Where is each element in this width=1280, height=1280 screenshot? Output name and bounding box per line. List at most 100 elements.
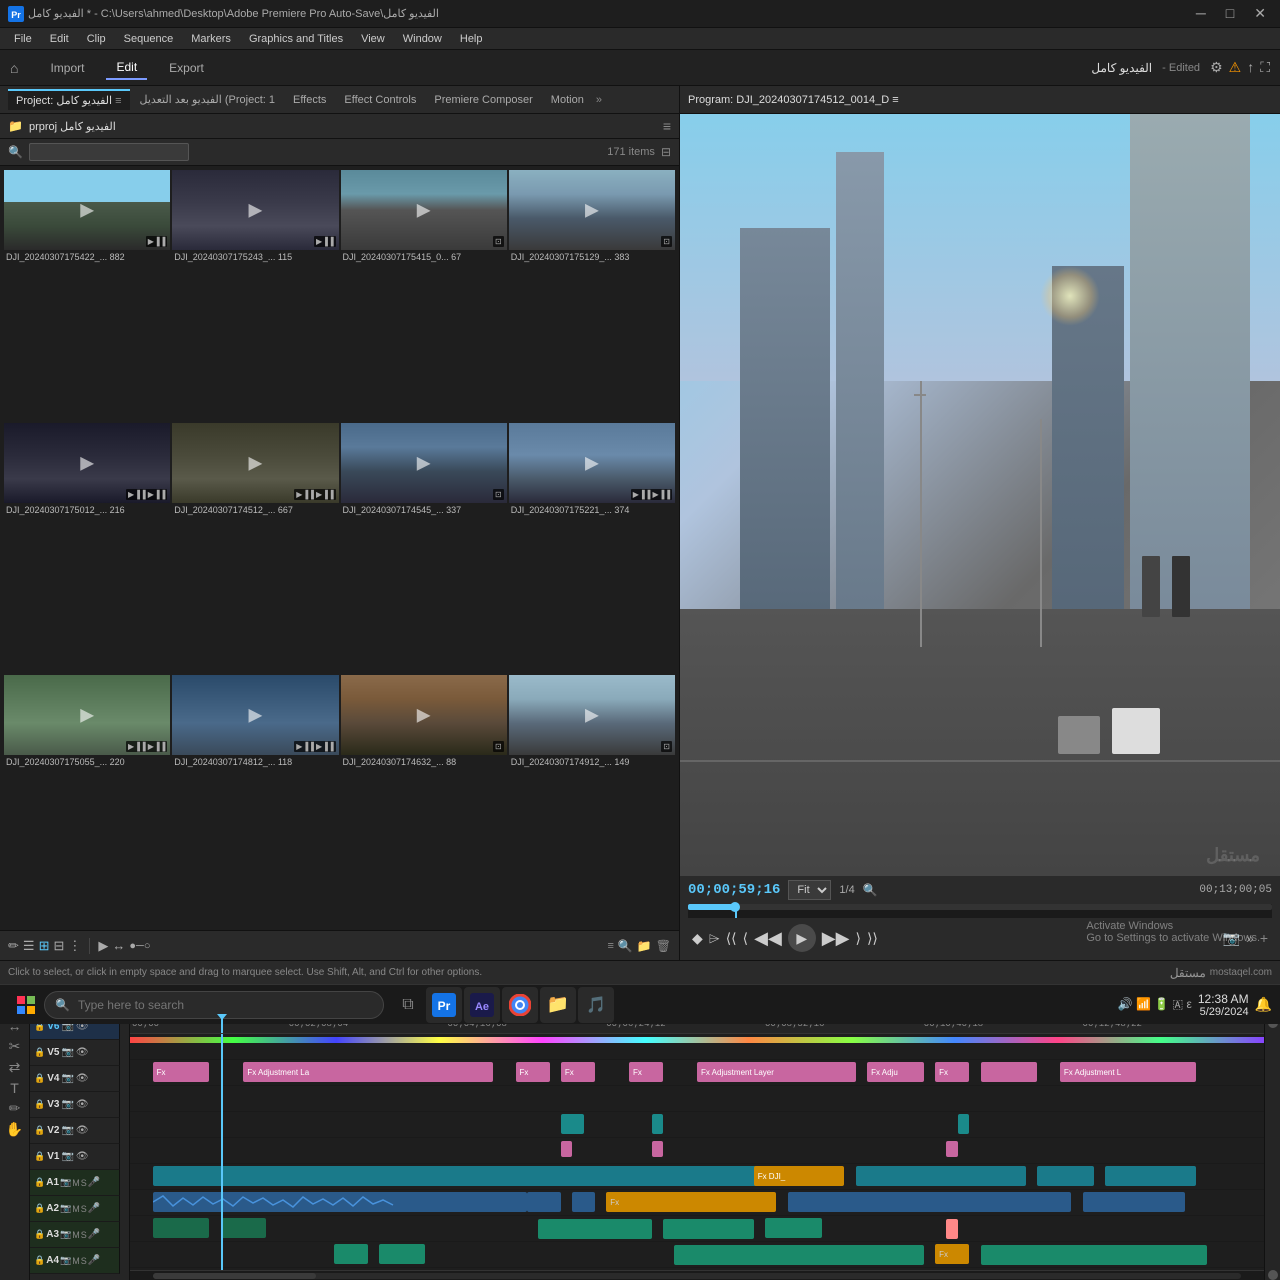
a3-s-btn[interactable]: S — [81, 1230, 87, 1240]
menu-markers[interactable]: Markers — [183, 31, 239, 47]
zoom-icon[interactable]: 🔍 — [863, 883, 878, 897]
track-v6[interactable] — [130, 1034, 1264, 1060]
new-item-icon[interactable]: ✏ — [8, 938, 19, 954]
a1-m-btn[interactable]: M — [72, 1178, 80, 1188]
add-marker-btn[interactable]: + — [1260, 930, 1268, 946]
menu-sequence[interactable]: Sequence — [116, 31, 182, 47]
timecode-display[interactable]: 00;00;59;16 — [688, 882, 780, 898]
a1-track-icon[interactable]: 📷 — [60, 1177, 71, 1188]
a4-s-btn[interactable]: S — [81, 1256, 87, 1266]
v4-track-icon[interactable]: 📷 — [61, 1073, 73, 1084]
v2-track-icon[interactable]: 📷 — [61, 1125, 73, 1136]
search2-icon[interactable]: 🔍 — [618, 939, 633, 953]
panel-more-btn[interactable]: » — [596, 94, 602, 106]
menu-edit[interactable]: Edit — [42, 31, 77, 47]
export-tab[interactable]: Export — [159, 57, 214, 79]
v2-eye-icon[interactable]: 👁 — [76, 1125, 89, 1136]
a2-s-btn[interactable]: S — [81, 1204, 87, 1214]
media-item[interactable]: ▶▶▐▐ ▶▐▐ DJI_20240307174812_... 118 — [172, 675, 338, 926]
search-input[interactable] — [78, 998, 373, 1012]
home-tab[interactable]: ⌂ — [10, 60, 18, 76]
icon-view-icon[interactable]: ⊞ — [39, 938, 50, 954]
media-item[interactable]: ▶⊡ DJI_20240307175129_... 383 — [509, 170, 675, 421]
chrome-taskbar-icon[interactable] — [502, 987, 538, 1023]
project-tab[interactable]: Project: الفيديو كامل ≡ — [8, 89, 130, 110]
track-a1[interactable]: Fx — [130, 1190, 1264, 1216]
track-v5[interactable]: Fx Fx Adjustment La Fx Fx Fx Fx Adjustme… — [130, 1060, 1264, 1086]
media-item[interactable]: ▶▶▐▐ ▶▐▐ DJI_20240307175012_... 216 — [4, 423, 170, 674]
search-input[interactable] — [29, 143, 189, 161]
v1-eye-icon[interactable]: 👁 — [76, 1151, 89, 1162]
a2-m-btn[interactable]: M — [72, 1204, 80, 1214]
a2-track-icon[interactable]: 📷 — [60, 1203, 71, 1214]
media-item[interactable]: ▶⊡ DJI_20240307174912_... 149 — [509, 675, 675, 926]
minimize-btn[interactable]: ─ — [1190, 5, 1212, 22]
ae-taskbar-icon[interactable]: Ae — [464, 987, 500, 1023]
close-btn[interactable]: ✕ — [1248, 5, 1272, 22]
track-v1[interactable]: Fx DJI_ — [130, 1164, 1264, 1190]
v4-eye-icon[interactable]: 👁 — [76, 1073, 89, 1084]
motion-tab[interactable]: Motion — [543, 91, 592, 109]
step-back-btn[interactable]: ◀◀ — [754, 928, 782, 949]
next-frame-btn[interactable]: ⟩ — [855, 930, 860, 947]
list-view-icon[interactable]: ⊟ — [661, 145, 671, 159]
track-v4[interactable] — [130, 1086, 1264, 1112]
a3-track-icon[interactable]: 📷 — [60, 1229, 71, 1240]
go-out-btn[interactable]: ⟩⟩ — [867, 930, 878, 947]
hover-scrub-icon[interactable]: ↔ — [112, 938, 125, 953]
media-item[interactable]: ▶▶▐▐ ▶▐▐ DJI_20240307174512_... 667 — [172, 423, 338, 674]
timeline-scrubber[interactable] — [688, 904, 1272, 918]
hand-tool[interactable]: ✋ — [6, 1121, 23, 1138]
import-tab[interactable]: Import — [40, 57, 94, 79]
notification-icon[interactable]: 🔔 — [1255, 996, 1272, 1013]
bin-icon[interactable]: 📁 — [637, 939, 652, 953]
menu-file[interactable]: File — [6, 31, 40, 47]
explorer-taskbar-icon[interactable]: 📁 — [540, 987, 576, 1023]
a4-track-icon[interactable]: 📷 — [60, 1255, 71, 1266]
menu-help[interactable]: Help — [452, 31, 491, 47]
track-v2[interactable] — [130, 1138, 1264, 1164]
v5-track-icon[interactable]: 📷 — [61, 1047, 73, 1058]
menu-clip[interactable]: Clip — [79, 31, 114, 47]
export-btn[interactable]: ↑ — [1247, 59, 1254, 76]
track-a3[interactable]: Fx — [130, 1242, 1264, 1268]
delete-icon[interactable]: 🗑 — [656, 939, 671, 953]
maximize-btn[interactable]: □ — [1220, 5, 1240, 22]
track-v3[interactable] — [130, 1112, 1264, 1138]
menu-view[interactable]: View — [353, 31, 393, 47]
extra-icon[interactable]: 🎵 — [578, 987, 614, 1023]
text-tool[interactable]: T — [10, 1080, 19, 1096]
fullscreen-btn[interactable]: ⛶ — [1260, 59, 1270, 76]
thumb-size-slider[interactable]: ●─○ — [129, 940, 150, 952]
effect-controls-tab[interactable]: Effect Controls — [336, 91, 424, 109]
premiere-taskbar-icon[interactable]: Pr — [426, 987, 462, 1023]
a3-m-btn[interactable]: M — [72, 1230, 80, 1240]
go-in-btn[interactable]: ⟨⟨ — [726, 930, 737, 947]
v1-track-icon[interactable]: 📷 — [61, 1151, 73, 1162]
taskbar-search[interactable]: 🔍 — [44, 991, 384, 1019]
media-item[interactable]: ▶▶▐▐ ▶▐▐ DJI_20240307175055_... 220 — [4, 675, 170, 926]
more-controls-btn[interactable]: » — [1246, 930, 1254, 946]
fit-dropdown[interactable]: Fit — [788, 880, 831, 900]
timeline-bottom-scrubber[interactable] — [130, 1270, 1264, 1280]
menu-graphics-titles[interactable]: Graphics and Titles — [241, 31, 351, 47]
panel-options-icon[interactable]: ≡ — [607, 940, 613, 952]
track-a2[interactable] — [130, 1216, 1264, 1242]
set-out-btn[interactable]: ⌲ — [709, 930, 720, 947]
set-in-btn[interactable]: ◆ — [692, 930, 703, 947]
export-frame-btn[interactable]: 📷 — [1223, 930, 1240, 947]
media-item[interactable]: ▶▶▐▐ DJI_20240307175243_... 115 — [172, 170, 338, 421]
autoplay-icon[interactable]: ▶ — [98, 938, 108, 954]
start-button[interactable] — [8, 987, 44, 1023]
premiere-composer-tab[interactable]: Premiere Composer — [426, 91, 540, 109]
razor-tool[interactable]: ✂ — [9, 1038, 21, 1055]
a1-s-btn[interactable]: S — [81, 1178, 87, 1188]
settings-btn[interactable]: ⚙ — [1210, 59, 1223, 76]
media-item[interactable]: ▶⊡ DJI_20240307174545_... 337 — [341, 423, 507, 674]
menu-window[interactable]: Window — [395, 31, 450, 47]
effects-tab[interactable]: Effects — [285, 91, 334, 109]
media-item[interactable]: ▶⊡ DJI_20240307175415_0... 67 — [341, 170, 507, 421]
media-item[interactable]: ▶▶▐▐ ▶▐▐ DJI_20240307175221_... 374 — [509, 423, 675, 674]
v3-track-icon[interactable]: 📷 — [61, 1099, 73, 1110]
task-view-btn[interactable]: ⧉ — [392, 989, 424, 1021]
